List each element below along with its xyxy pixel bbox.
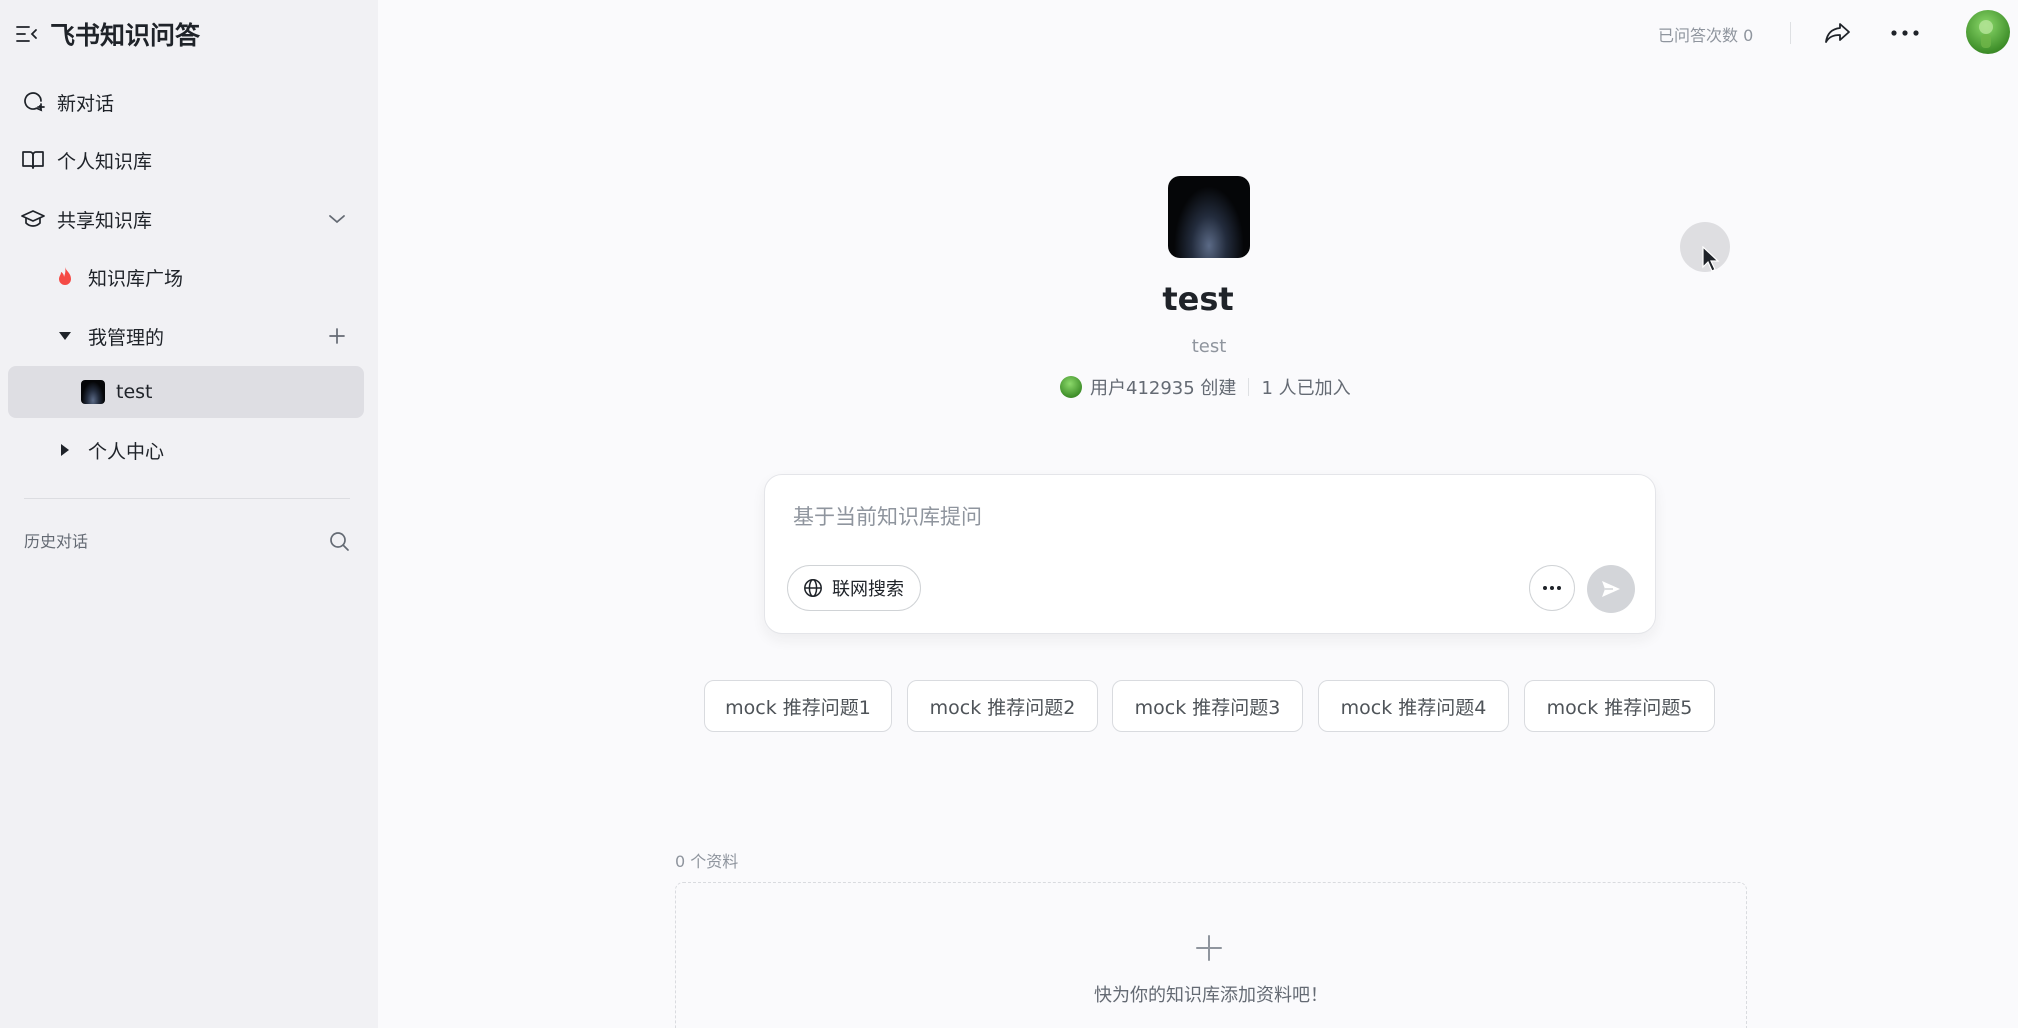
app-title: 飞书知识问答 <box>50 21 201 50</box>
kb-description: test <box>1191 336 1227 357</box>
web-search-button[interactable]: 联网搜索 <box>787 565 921 611</box>
sidebar-item-label: 共享知识库 <box>57 209 153 232</box>
composer-more-button[interactable] <box>1529 565 1575 611</box>
new-chat-icon <box>20 89 46 115</box>
suggestion-chip[interactable]: mock 推荐问题4 <box>1318 680 1509 732</box>
sidebar-item-shared-kb[interactable]: 共享知识库 <box>8 193 364 245</box>
question-input[interactable]: 基于当前知识库提问 <box>793 501 982 531</box>
sidebar-divider <box>24 498 350 499</box>
sidebar-item-personal-kb[interactable]: 个人知识库 <box>8 134 364 186</box>
globe-icon <box>802 577 824 599</box>
kb-meta: 用户412935 创建 1 人已加入 <box>1060 374 1351 400</box>
chevron-down-icon[interactable] <box>324 206 350 232</box>
empty-materials-hint: 快为你的知识库添加资料吧！ <box>1094 985 1328 1006</box>
sidebar-header: 飞书知识问答 <box>14 16 200 52</box>
creator-avatar <box>1060 376 1082 398</box>
sidebar-item-label: 新对话 <box>57 92 115 115</box>
sidebar-item-label: 我管理的 <box>88 326 165 349</box>
kb-creator: 用户412935 创建 <box>1090 378 1237 399</box>
add-materials-dropzone[interactable]: 快为你的知识库添加资料吧！ <box>675 882 1747 1028</box>
sidebar-item-label: 个人中心 <box>88 440 165 463</box>
user-avatar[interactable] <box>1966 10 2010 54</box>
plus-icon[interactable] <box>324 323 350 349</box>
history-label: 历史对话 <box>24 532 89 551</box>
answer-count: 已问答次数 0 <box>1658 26 1754 45</box>
suggestion-chip[interactable]: mock 推荐问题1 <box>704 680 892 732</box>
kb-avatar <box>1168 176 1250 258</box>
caret-down-icon[interactable] <box>52 323 78 349</box>
kb-title-text: test <box>1162 280 1234 318</box>
sidebar-item-personal-center[interactable]: 个人中心 <box>8 424 364 476</box>
topbar-divider <box>1790 22 1791 44</box>
sidebar-item-kb-test[interactable]: test <box>8 366 364 418</box>
suggestion-chip[interactable]: mock 推荐问题2 <box>907 680 1098 732</box>
share-icon[interactable] <box>1820 15 1856 51</box>
web-search-label: 联网搜索 <box>832 579 904 600</box>
kb-thumbnail-icon <box>80 379 106 405</box>
materials-count: 0 个资料 <box>675 852 739 871</box>
search-icon[interactable] <box>328 530 352 554</box>
question-composer[interactable]: 基于当前知识库提问 联网搜索 <box>764 474 1656 634</box>
book-icon <box>20 147 46 173</box>
suggestion-chip[interactable]: mock 推荐问题5 <box>1524 680 1715 732</box>
plus-icon <box>1194 933 1224 963</box>
kb-members[interactable]: 1 人已加入 <box>1261 374 1350 400</box>
ellipsis-icon <box>1543 586 1561 590</box>
sidebar-item-new-chat[interactable]: 新对话 <box>8 76 364 128</box>
graduation-cap-icon <box>20 206 46 232</box>
sidebar-item-label: test <box>116 381 153 403</box>
mouse-cursor-icon <box>1702 245 1720 272</box>
kb-title: test <box>0 280 2018 318</box>
suggestion-chip[interactable]: mock 推荐问题3 <box>1112 680 1303 732</box>
caret-right-icon[interactable] <box>52 437 78 463</box>
send-icon <box>1602 581 1620 597</box>
sidebar: 飞书知识问答 新对话 个人知识库 共享知识库 知识库广场 我管理的 test 个… <box>0 0 378 1028</box>
meta-divider <box>1248 378 1250 396</box>
send-button[interactable] <box>1587 565 1635 613</box>
sidebar-item-label: 个人知识库 <box>57 150 153 173</box>
more-options-icon[interactable] <box>1887 15 1923 51</box>
collapse-sidebar-icon[interactable] <box>14 21 40 47</box>
